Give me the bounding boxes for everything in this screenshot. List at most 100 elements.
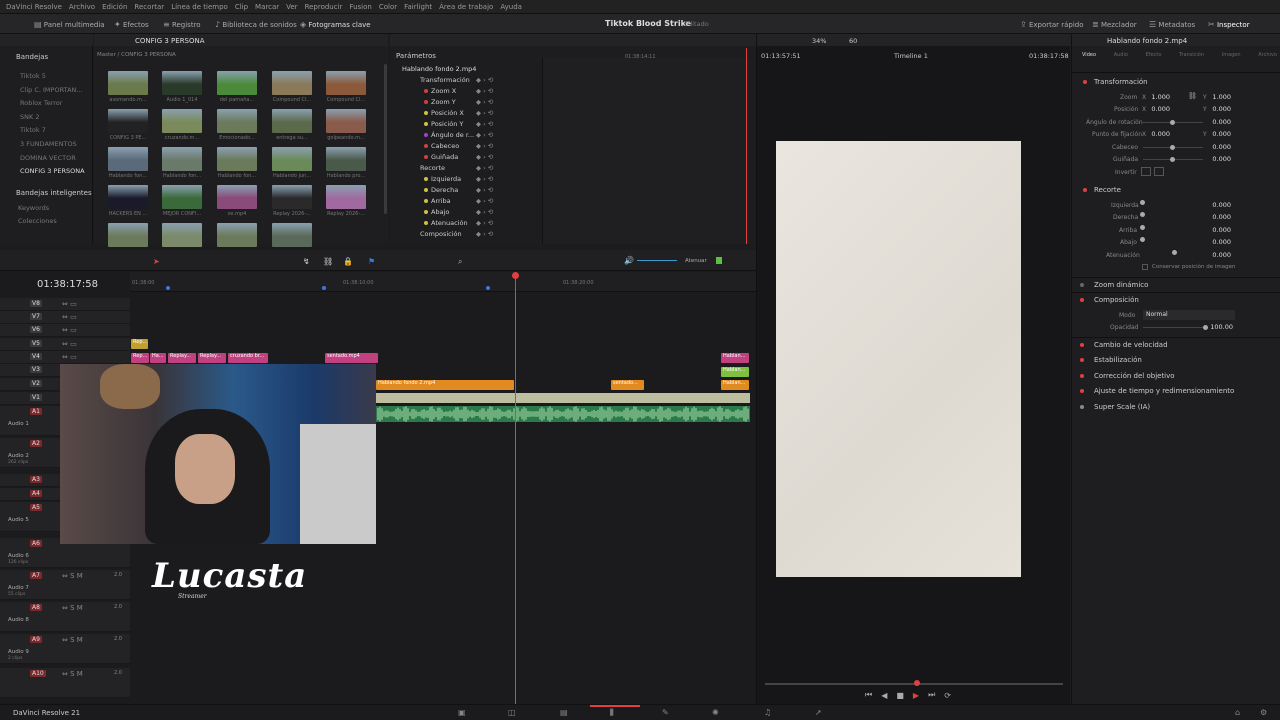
bin-item-selected[interactable]: CONFIG 3 PERSONA [20, 167, 85, 175]
tab-file[interactable]: Archivo [1258, 52, 1277, 58]
menu-item[interactable]: Reproducir [305, 3, 343, 11]
crop-section-title[interactable]: Recorte [1094, 186, 1121, 194]
clip-thumbnail[interactable] [217, 109, 257, 133]
keyframe-nav-icon[interactable]: ◆ › ⟲ [476, 87, 493, 95]
pos-y-value[interactable]: 0.000 [1201, 105, 1231, 113]
snap-icon[interactable]: ↯ [303, 257, 310, 266]
anchor-y-value[interactable]: 0.000 [1201, 130, 1231, 138]
cut-page-icon[interactable]: ◫ [508, 708, 516, 717]
keyframe-nav-icon[interactable]: ◆ › ⟲ [476, 186, 493, 194]
media-page-icon[interactable]: ▣ [458, 708, 466, 717]
effects-button[interactable]: ✦ Efectos [114, 20, 149, 29]
bin-item[interactable]: DOMINA VECTOR [20, 154, 76, 162]
track-mute-solo[interactable]: ⇔ S M [62, 670, 83, 678]
clip-thumbnail[interactable] [108, 147, 148, 171]
smart-bin-collections[interactable]: Colecciones [18, 217, 57, 225]
quick-export-button[interactable]: ⇪ Exportar rápido [1020, 20, 1084, 29]
tab-audio[interactable]: Audio [1114, 52, 1128, 58]
timeline-clip[interactable]: cruzando br... [228, 353, 268, 363]
flip-vertical-icon[interactable] [1154, 167, 1164, 176]
video-track-header[interactable]: V7 ⇔ ▭ [0, 311, 130, 324]
link-icon[interactable]: ⛓ [1188, 92, 1197, 100]
keyframe-nav-icon[interactable]: ◆ › ⟲ [476, 142, 493, 150]
param-item[interactable]: Posición Y [424, 120, 463, 128]
bin-item[interactable]: Clip C. IMPORTAN... [20, 86, 83, 94]
keyframe-area[interactable] [542, 58, 750, 244]
timeline-marker[interactable] [486, 286, 490, 290]
volume-slider[interactable] [637, 260, 677, 261]
timeline-clip-selected[interactable]: Hablando fondo 2.mp4 [376, 380, 514, 390]
timeline-clip[interactable]: Hablan... [721, 367, 749, 377]
keyframes-button[interactable]: ◈ Fotogramas clave [300, 20, 371, 29]
timeline-clip[interactable]: Hablan... [721, 380, 749, 390]
track-mute-solo[interactable]: ⇔ S M [62, 604, 83, 612]
timeline-name[interactable]: Timeline 1 [894, 52, 928, 60]
clip-thumbnail[interactable] [217, 185, 257, 209]
inspector-section-title[interactable]: Corrección del objetivo [1094, 372, 1175, 380]
track-controls-icon[interactable]: ⇔ ▭ [62, 326, 77, 334]
param-group[interactable]: Composición [420, 230, 462, 238]
smart-bin-keywords[interactable]: Keywords [18, 204, 49, 212]
audio-track-header[interactable]: A8 ⇔ S M 2.0 Audio 8 [0, 602, 130, 632]
crop-bottom-slider[interactable] [1140, 237, 1145, 242]
keyframe-nav-icon[interactable]: ◆ › ⟲ [476, 98, 493, 106]
dynamic-zoom-title[interactable]: Zoom dinámico [1094, 281, 1148, 289]
keyframe-nav-icon[interactable]: ◆ › ⟲ [476, 230, 493, 238]
home-icon[interactable]: ⌂ [1235, 708, 1240, 717]
menu-item[interactable]: Marcar [255, 3, 279, 11]
section-enable-dot[interactable] [1080, 374, 1084, 378]
timeline-clip[interactable]: Rep... [131, 353, 149, 363]
anchor-x-value[interactable]: 0.000 [1140, 130, 1170, 138]
menu-item[interactable]: Clip [235, 3, 248, 11]
clip-thumbnail[interactable] [272, 147, 312, 171]
timeline-clip[interactable]: sentado.mp4 [325, 353, 378, 363]
fusion-page-icon[interactable]: ✎ [662, 708, 669, 717]
keyframe-nav-icon[interactable]: ◆ › ⟲ [476, 175, 493, 183]
param-item[interactable]: Arriba [424, 197, 451, 205]
mixer-button[interactable]: ≣ Mezclador [1092, 20, 1137, 29]
clip-thumbnail[interactable] [108, 109, 148, 133]
stop-icon[interactable]: ■ [896, 691, 904, 700]
inspector-section-title[interactable]: Estabilización [1094, 356, 1142, 364]
bin-item[interactable]: Tiktok 7 [20, 126, 46, 134]
scrubber-handle[interactable] [914, 680, 920, 686]
viewer-frame[interactable] [776, 141, 1021, 577]
clip-thumbnail[interactable] [162, 223, 202, 247]
media-pool-button[interactable]: ▤ Panel multimedia [34, 20, 105, 29]
keyframe-nav-icon[interactable]: ◆ › ⟲ [476, 109, 493, 117]
inspector-button[interactable]: ✂ Inspector [1208, 20, 1250, 29]
clip-thumbnail[interactable] [326, 185, 366, 209]
clip-thumbnail[interactable] [162, 109, 202, 133]
loop-icon[interactable]: ⟳ [944, 691, 951, 700]
section-enable-dot[interactable] [1080, 389, 1084, 393]
first-frame-icon[interactable]: ⏮ [865, 690, 872, 700]
crop-soft-slider[interactable] [1172, 250, 1177, 255]
track-controls-icon[interactable]: ⇔ ▭ [62, 340, 77, 348]
tab-video[interactable]: Video [1082, 52, 1096, 58]
transform-enable-dot[interactable] [1083, 80, 1087, 84]
selection-tool-icon[interactable]: ➤ [153, 257, 160, 266]
menu-item[interactable]: Archivo [69, 3, 95, 11]
param-item[interactable]: Zoom Y [424, 98, 456, 106]
clip-thumbnail[interactable] [272, 223, 312, 247]
marker-icon[interactable]: ⚑ [368, 257, 375, 266]
timeline-marker[interactable] [166, 286, 170, 290]
pitch-slider[interactable] [1170, 145, 1175, 150]
clip-thumbnail[interactable] [217, 223, 257, 247]
keyframe-nav-icon[interactable]: ◆ › ⟲ [476, 219, 493, 227]
timeline-ruler[interactable] [130, 272, 756, 292]
crop-left-value[interactable]: 0.000 [1201, 201, 1231, 209]
viewer-zoom[interactable]: 34% [812, 37, 826, 45]
tab-transition[interactable]: Transición [1179, 52, 1204, 58]
rotation-value[interactable]: 0.000 [1201, 118, 1231, 126]
composite-mode-select[interactable]: Normal [1143, 310, 1235, 320]
bin-item[interactable]: Tiktok 5 [20, 72, 46, 80]
zoom-x-value[interactable]: 1.000 [1140, 93, 1170, 101]
clip-thumbnail[interactable] [108, 185, 148, 209]
clip-thumbnail[interactable] [217, 71, 257, 95]
param-item[interactable]: Atenuación [424, 219, 468, 227]
clip-thumbnail[interactable] [272, 109, 312, 133]
crop-right-value[interactable]: 0.000 [1201, 213, 1231, 221]
clip-thumbnail[interactable] [162, 71, 202, 95]
track-controls-icon[interactable]: ⇔ ▭ [62, 300, 77, 308]
